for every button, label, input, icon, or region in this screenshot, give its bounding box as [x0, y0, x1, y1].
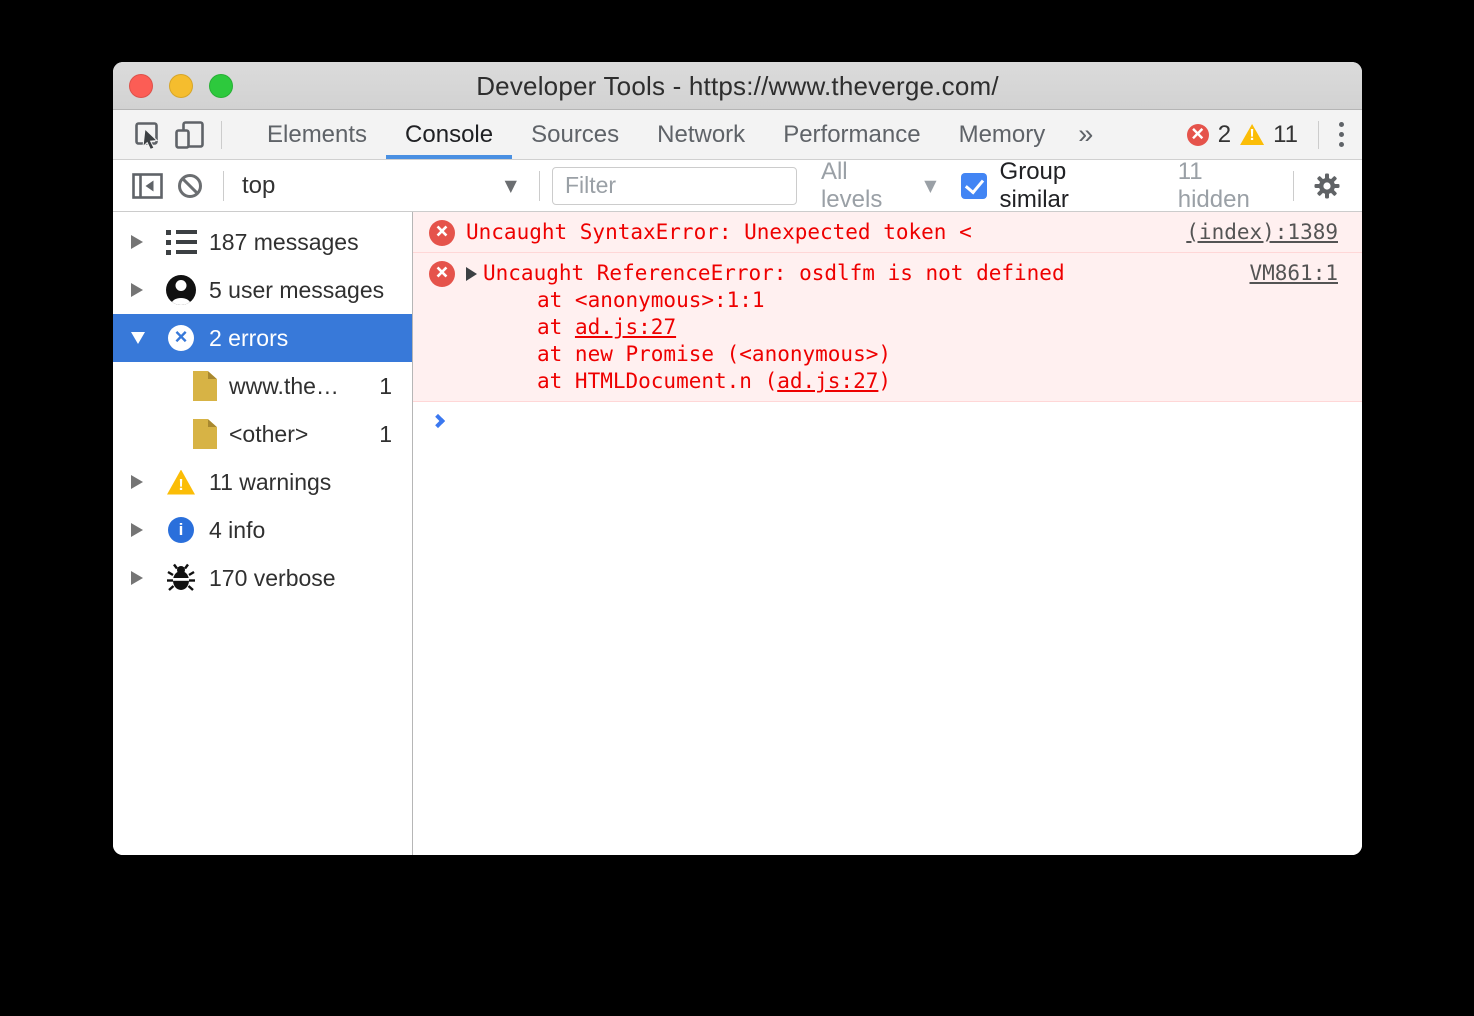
close-window-button[interactable] — [129, 74, 153, 98]
error-icon — [168, 325, 194, 351]
device-toolbar-icon[interactable] — [169, 114, 211, 156]
expand-stack-triangle-icon[interactable] — [466, 267, 477, 281]
error-icon — [429, 261, 455, 287]
sidebar-item-verbose[interactable]: 170 verbose — [113, 554, 412, 602]
stack-frame: at HTMLDocument.n (ad.js:27) — [537, 368, 1229, 395]
stack-trace: at <anonymous>:1:1 at ad.js:27 at new Pr… — [537, 287, 1229, 395]
divider — [223, 171, 224, 201]
devtools-menu-icon[interactable] — [1329, 116, 1354, 153]
group-similar-label[interactable]: Group similar — [1000, 158, 1142, 214]
sidebar-item-user-messages[interactable]: 5 user messages — [113, 266, 412, 314]
more-tabs-chevron-icon[interactable]: » — [1064, 110, 1107, 159]
console-content: 187 messages 5 user messages 2 errors ww… — [113, 212, 1362, 855]
toggle-sidebar-icon[interactable] — [127, 165, 169, 207]
console-error-message: Uncaught ReferenceError: osdlfm is not d… — [413, 253, 1362, 402]
tab-network[interactable]: Network — [638, 110, 764, 159]
chevron-right-icon[interactable] — [131, 523, 143, 537]
divider — [1293, 171, 1294, 201]
chevron-right-icon[interactable] — [131, 235, 143, 249]
devtools-window: Developer Tools - https://www.theverge.c… — [113, 62, 1362, 855]
titlebar: Developer Tools - https://www.theverge.c… — [113, 62, 1362, 110]
error-message-text: Uncaught ReferenceError: osdlfm is not d… — [483, 260, 1229, 287]
sidebar-item-info[interactable]: 4 info — [113, 506, 412, 554]
console-messages-pane[interactable]: Uncaught SyntaxError: Unexpected token <… — [413, 212, 1362, 855]
file-icon — [193, 371, 217, 401]
window-title: Developer Tools - https://www.theverge.c… — [113, 62, 1362, 110]
group-similar-checkbox[interactable] — [961, 173, 987, 199]
stack-frame: at ad.js:27 — [537, 314, 1229, 341]
messages-list-icon — [166, 230, 197, 255]
error-badge-count[interactable]: 2 — [1218, 121, 1231, 149]
chevron-down-icon: ▼ — [924, 176, 936, 195]
tab-bar: Elements Console Sources Network Perform… — [113, 110, 1362, 160]
source-location-link[interactable]: (index):1389 — [1166, 219, 1338, 246]
stack-frame-link[interactable]: ad.js:27 — [777, 369, 878, 393]
maximize-window-button[interactable] — [209, 74, 233, 98]
divider — [1318, 121, 1319, 149]
error-icon — [429, 220, 455, 246]
console-prompt[interactable] — [413, 402, 1362, 426]
warning-badge-icon[interactable] — [1240, 124, 1264, 145]
inspect-element-icon[interactable] — [127, 114, 169, 156]
console-settings-gear-icon[interactable] — [1306, 165, 1348, 207]
console-prompt-chevron-icon — [431, 414, 445, 428]
console-toolbar: top ▼ All levels ▼ Group similar 11 hidd… — [113, 160, 1362, 212]
stack-frame: at new Promise (<anonymous>) — [537, 341, 1229, 368]
execution-context-selector[interactable]: top ▼ — [236, 160, 527, 211]
issue-badges: 2 11 — [1187, 121, 1308, 149]
stack-frame: at <anonymous>:1:1 — [537, 287, 1229, 314]
log-level-selector[interactable]: All levels ▼ — [821, 158, 937, 214]
error-source-count: 1 — [379, 373, 392, 400]
error-source-count: 1 — [379, 421, 392, 448]
chevron-right-icon[interactable] — [131, 475, 143, 489]
tab-sources[interactable]: Sources — [512, 110, 638, 159]
clear-console-icon[interactable] — [169, 165, 211, 207]
filter-input[interactable] — [552, 167, 797, 205]
chevron-right-icon[interactable] — [131, 283, 143, 297]
sidebar-item-error-source-other[interactable]: <other> 1 — [113, 410, 412, 458]
tab-console[interactable]: Console — [386, 110, 512, 159]
error-message-text: Uncaught SyntaxError: Unexpected token < — [466, 219, 1166, 246]
warning-badge-count[interactable]: 11 — [1273, 121, 1298, 149]
tab-elements[interactable]: Elements — [248, 110, 386, 159]
error-badge-icon[interactable] — [1187, 124, 1209, 146]
info-icon — [168, 517, 194, 543]
stack-frame-link[interactable]: ad.js:27 — [575, 315, 676, 339]
warning-icon — [167, 470, 195, 495]
console-error-message: Uncaught SyntaxError: Unexpected token <… — [413, 212, 1362, 253]
minimize-window-button[interactable] — [169, 74, 193, 98]
console-sidebar: 187 messages 5 user messages 2 errors ww… — [113, 212, 413, 855]
hidden-count-label: 11 hidden — [1178, 158, 1281, 214]
sidebar-item-error-source-theverge[interactable]: www.the… 1 — [113, 362, 412, 410]
divider — [221, 121, 222, 149]
user-icon — [166, 275, 196, 305]
tab-performance[interactable]: Performance — [764, 110, 939, 159]
file-icon — [193, 419, 217, 449]
panel-tabs: Elements Console Sources Network Perform… — [248, 110, 1107, 159]
bug-icon — [166, 563, 196, 593]
chevron-down-icon: ▼ — [505, 176, 517, 195]
tab-memory[interactable]: Memory — [940, 110, 1065, 159]
source-location-link[interactable]: VM861:1 — [1229, 260, 1338, 287]
sidebar-item-messages[interactable]: 187 messages — [113, 218, 412, 266]
chevron-down-icon[interactable] — [131, 332, 145, 344]
divider — [539, 171, 540, 201]
sidebar-item-errors[interactable]: 2 errors — [113, 314, 412, 362]
traffic-lights — [129, 74, 233, 98]
chevron-right-icon[interactable] — [131, 571, 143, 585]
sidebar-item-warnings[interactable]: 11 warnings — [113, 458, 412, 506]
